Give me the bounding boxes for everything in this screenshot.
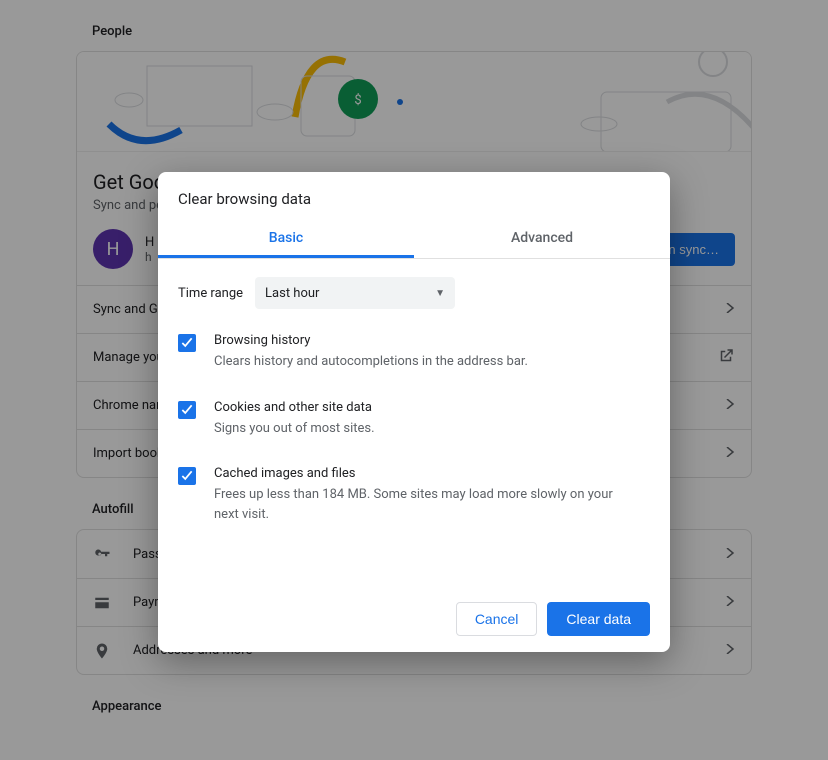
time-range-value: Last hour (265, 286, 319, 301)
dialog-footer: Cancel Clear data (158, 586, 670, 652)
option-title: Cached images and files (214, 466, 634, 481)
time-range-select[interactable]: Last hour ▼ (255, 277, 455, 309)
checkbox-cookies[interactable] (178, 401, 196, 419)
option-sub: Signs you out of most sites. (214, 419, 375, 439)
dialog-tabs: Basic Advanced (158, 218, 670, 259)
checkbox-browsing-history[interactable] (178, 334, 196, 352)
chevron-down-icon: ▼ (435, 288, 445, 299)
clear-data-button[interactable]: Clear data (547, 602, 650, 636)
dialog-body: Time range Last hour ▼ Browsing history … (158, 259, 670, 586)
option-title: Cookies and other site data (214, 400, 375, 415)
clear-browsing-data-dialog: Clear browsing data Basic Advanced Time … (158, 172, 670, 652)
tab-basic[interactable]: Basic (158, 218, 414, 258)
cancel-button[interactable]: Cancel (456, 602, 538, 636)
time-range-row: Time range Last hour ▼ (178, 277, 650, 309)
time-range-label: Time range (178, 286, 243, 301)
option-sub: Frees up less than 184 MB. Some sites ma… (214, 485, 634, 524)
tab-advanced[interactable]: Advanced (414, 218, 670, 258)
option-cookies[interactable]: Cookies and other site data Signs you ou… (178, 386, 650, 453)
option-title: Browsing history (214, 333, 528, 348)
checkbox-cache[interactable] (178, 467, 196, 485)
option-sub: Clears history and autocompletions in th… (214, 352, 528, 372)
option-cache[interactable]: Cached images and files Frees up less th… (178, 452, 650, 538)
dialog-title: Clear browsing data (158, 172, 670, 218)
option-browsing-history[interactable]: Browsing history Clears history and auto… (178, 319, 650, 386)
